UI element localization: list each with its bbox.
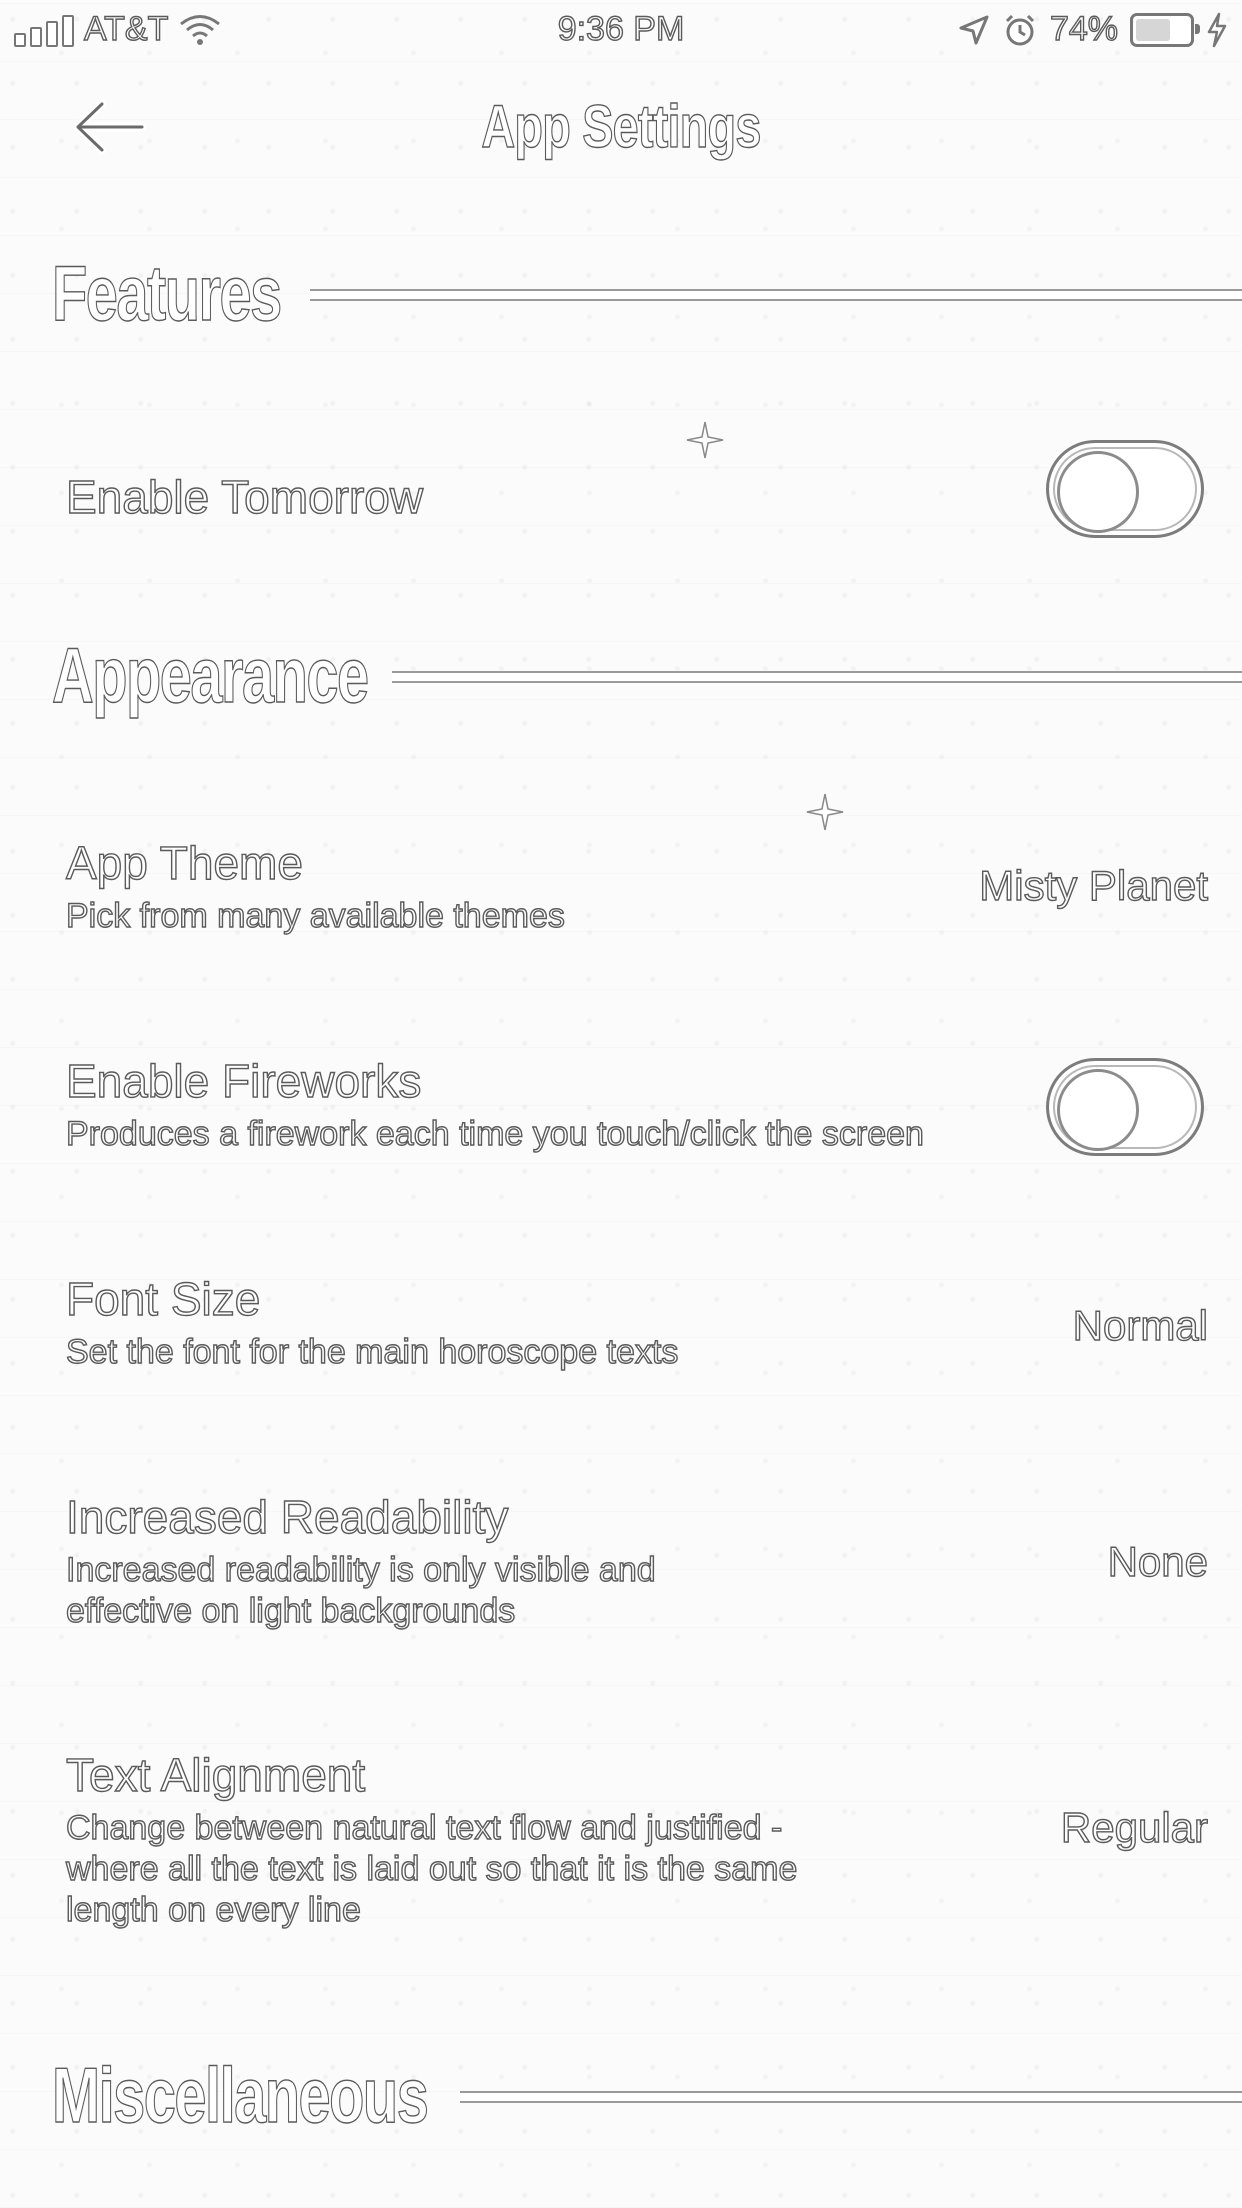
section-title-appearance: Appearance [51,630,369,719]
setting-value: None [1107,1537,1209,1585]
section-features-header: Features [51,243,1242,343]
setting-label: Enable Fireworks [65,1054,422,1107]
setting-description: Set the font for the main horoscope text… [65,1332,679,1371]
section-appearance-header: Appearance [51,625,1242,725]
alarm-icon [1005,14,1034,45]
setting-font-size[interactable]: Font Size Set the font for the main horo… [65,1272,1218,1382]
enable-tomorrow-toggle[interactable] [1046,440,1204,538]
section-title-miscellaneous: Miscellaneous [51,2050,429,2139]
page-title: App Settings [481,92,762,160]
status-bar: AT&T 9:36 PM 74% [0,0,1242,62]
setting-enable-tomorrow[interactable]: Enable Tomorrow [65,440,1218,544]
setting-value: Misty Planet [979,861,1209,909]
enable-fireworks-toggle[interactable] [1046,1058,1204,1156]
toggle-knob [1057,1069,1139,1151]
battery-fill [1136,18,1171,41]
setting-description: Increased readability is only visible an… [65,1550,656,1630]
setting-app-theme[interactable]: App Theme Pick from many available theme… [65,836,1218,946]
setting-label: Increased Readability [65,1490,509,1543]
battery-icon [1130,12,1200,47]
section-title-features: Features [51,248,282,337]
sparkle-icon [806,793,844,831]
charging-bolt-icon [1207,12,1227,47]
section-divider [392,671,1242,683]
setting-value: Normal [1072,1301,1209,1349]
setting-increased-readability[interactable]: Increased Readability Increased readabil… [65,1490,1218,1640]
setting-enable-fireworks[interactable]: Enable Fireworks Produces a firework eac… [65,1054,1218,1164]
app-header: App Settings [0,70,1242,180]
setting-description: Pick from many available themes [65,896,565,935]
battery-percent: 74% [1049,9,1118,48]
status-right: 74% [958,9,1228,49]
section-miscellaneous-header: Miscellaneous [51,2045,1242,2145]
section-divider [460,2091,1242,2103]
setting-description: Change between natural text flow and jus… [65,1808,798,1929]
setting-text-alignment[interactable]: Text Alignment Change between natural te… [65,1748,1218,1948]
toggle-knob [1057,451,1139,533]
setting-label: Text Alignment [65,1748,366,1801]
setting-value: Regular [1060,1803,1208,1851]
setting-label: Enable Tomorrow [65,470,424,523]
section-divider [310,289,1242,301]
location-arrow-icon [959,15,989,44]
setting-description: Produces a firework each time you touch/… [65,1114,924,1153]
setting-label: Font Size [65,1272,261,1325]
